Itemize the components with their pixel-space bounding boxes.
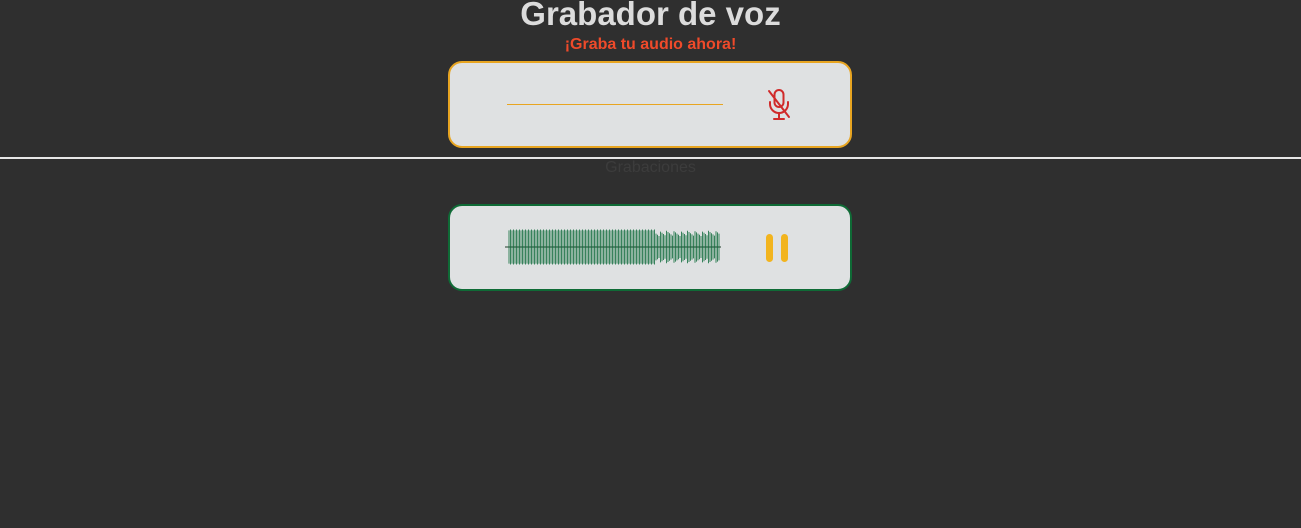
- page-title: Grabador de voz: [520, 0, 781, 32]
- mic-off-icon: [768, 89, 790, 120]
- recordings-heading: Grabaciones: [605, 159, 696, 176]
- page-subtitle: ¡Graba tu audio ahora!: [564, 36, 737, 53]
- audio-waveform[interactable]: [505, 227, 721, 267]
- mic-toggle-button[interactable]: [764, 87, 794, 123]
- recording-level-line: [507, 104, 723, 105]
- recording-item: [448, 204, 852, 291]
- voice-recorder-page: Grabador de voz ¡Graba tu audio ahora! G…: [0, 0, 1301, 528]
- recorder-panel: [448, 61, 852, 148]
- pause-button[interactable]: [766, 232, 792, 264]
